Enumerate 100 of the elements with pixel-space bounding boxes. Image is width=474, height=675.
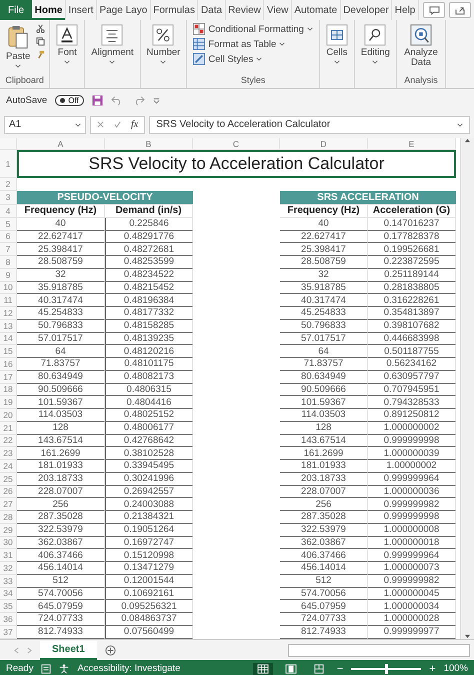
table-cell: 143.67514 — [17, 434, 105, 448]
row-number[interactable]: 7 — [0, 243, 17, 256]
macro-icon[interactable] — [41, 664, 52, 674]
row-number[interactable]: 20 — [0, 409, 17, 422]
row-number[interactable]: 18 — [0, 384, 17, 396]
row-number[interactable]: 11 — [0, 294, 17, 307]
table-cell: 203.18733 — [17, 472, 105, 486]
row-number[interactable]: 4 — [0, 204, 17, 218]
row-number[interactable]: 19 — [0, 396, 17, 409]
table-cell: 57.017517 — [280, 332, 368, 346]
row-number[interactable]: 33 — [0, 574, 17, 588]
row-number[interactable]: 10 — [0, 282, 17, 294]
copy-icon[interactable] — [36, 37, 46, 46]
ribbon-button[interactable]: Cell Styles — [191, 52, 315, 66]
row-number[interactable]: 37 — [0, 626, 17, 638]
table-icon — [193, 38, 206, 50]
row-number[interactable]: 15 — [0, 345, 17, 358]
table-cell: 0.48177332 — [105, 307, 193, 320]
row-number[interactable]: 3 — [0, 190, 17, 205]
formula-field[interactable]: SRS Velocity to Acceleration Calculator — [149, 116, 470, 134]
group-label: Analysis — [404, 75, 438, 85]
row-number[interactable]: 12 — [0, 307, 17, 320]
normal-view-button[interactable] — [252, 662, 273, 674]
table-cell: 64 — [17, 345, 105, 358]
comments-button[interactable] — [423, 2, 445, 18]
row-number[interactable]: 32 — [0, 562, 17, 575]
cut-icon[interactable] — [36, 24, 46, 33]
zoom-out-button[interactable]: − — [336, 662, 344, 674]
table-cell: 1.000000008 — [368, 524, 456, 536]
row-number[interactable]: 36 — [0, 613, 17, 626]
row-number[interactable]: 31 — [0, 549, 17, 562]
add-sheet-icon[interactable] — [104, 644, 116, 656]
zoom-level: 100% — [444, 663, 468, 674]
ribbon-button[interactable]: Number — [144, 22, 182, 66]
row-number[interactable]: 14 — [0, 332, 17, 346]
table-cell: 71.83757 — [280, 358, 368, 371]
row-number[interactable]: 29 — [0, 524, 17, 536]
cancel-icon[interactable] — [97, 121, 104, 128]
ribbon-button[interactable]: Paste — [4, 22, 32, 70]
zoom-in-button[interactable]: + — [429, 662, 436, 674]
ribbon-button[interactable]: Alignment — [89, 22, 136, 66]
row-number[interactable]: 27 — [0, 498, 17, 511]
column-header[interactable]: A — [17, 138, 105, 150]
table-cell: 0.26942557 — [105, 486, 193, 498]
row-number[interactable]: 1 — [0, 150, 17, 178]
table-cell: 456.14014 — [280, 562, 368, 575]
column-header[interactable]: B — [105, 138, 193, 150]
enter-icon[interactable] — [114, 121, 121, 128]
table-cell: 101.59367 — [17, 396, 105, 409]
table-cell: 0.48139235 — [105, 332, 193, 346]
row-number[interactable]: 21 — [0, 422, 17, 434]
row-number[interactable]: 17 — [0, 370, 17, 384]
insert-function-button[interactable]: fx — [131, 119, 138, 130]
ribbon-tab[interactable]: File — [0, 0, 32, 20]
row-number[interactable]: 30 — [0, 536, 17, 550]
row-number[interactable]: 9 — [0, 268, 17, 282]
column-header[interactable]: E — [368, 138, 456, 150]
row-number[interactable]: 34 — [0, 588, 17, 600]
column-header[interactable]: C — [193, 138, 280, 150]
row-number[interactable]: 26 — [0, 486, 17, 498]
row-number[interactable]: 24 — [0, 460, 17, 473]
horizontal-scrollbar[interactable] — [288, 644, 470, 656]
table-cell: 0.24003088 — [105, 498, 193, 511]
row-number[interactable]: 35 — [0, 600, 17, 613]
row-number[interactable]: 13 — [0, 320, 17, 332]
ribbon-button[interactable]: Analyze Data — [400, 22, 441, 71]
caret-icon — [64, 60, 70, 64]
column-header[interactable]: D — [280, 138, 368, 150]
row-number[interactable]: 28 — [0, 511, 17, 524]
caret-icon — [372, 60, 378, 64]
vertical-scrollbar[interactable] — [460, 138, 474, 639]
table-cell: 90.509666 — [17, 384, 105, 396]
share-button[interactable] — [449, 2, 471, 18]
row-number[interactable]: 16 — [0, 358, 17, 371]
table-cell: 0.707945951 — [368, 384, 456, 396]
row-number[interactable]: 2 — [0, 178, 17, 191]
ribbon-button[interactable]: Editing — [358, 22, 392, 66]
table-cell: 0.630957797 — [368, 370, 456, 384]
ribbon-button[interactable]: Font — [54, 22, 80, 66]
row-number[interactable]: 22 — [0, 434, 17, 448]
row-number[interactable]: 6 — [0, 230, 17, 244]
sheet-tab[interactable]: Sheet1 — [40, 640, 97, 660]
row-number[interactable]: 8 — [0, 256, 17, 269]
accessibility-icon[interactable] — [59, 664, 70, 674]
zoom-slider[interactable] — [385, 664, 388, 674]
save-icon[interactable] — [92, 94, 103, 106]
ribbon-button[interactable]: Format as Table — [191, 37, 315, 51]
table-cell: 28.508759 — [280, 256, 368, 269]
table-cell: 0.999999982 — [368, 498, 456, 511]
accessibility-status[interactable]: Accessibility: Investigate — [77, 663, 180, 674]
ribbon-button[interactable]: Cells — [324, 22, 350, 66]
table-cell: 0.48082173 — [105, 370, 193, 384]
ribbon-button[interactable]: Conditional Formatting — [191, 22, 315, 36]
row-number[interactable]: 23 — [0, 447, 17, 460]
autosave-toggle[interactable]: Off — [55, 94, 84, 106]
row-number[interactable]: 5 — [0, 218, 17, 230]
brush-icon[interactable] — [36, 50, 46, 59]
name-box[interactable]: A1 — [4, 116, 86, 134]
row-number[interactable]: 25 — [0, 472, 17, 486]
customize-icon[interactable] — [152, 96, 160, 104]
